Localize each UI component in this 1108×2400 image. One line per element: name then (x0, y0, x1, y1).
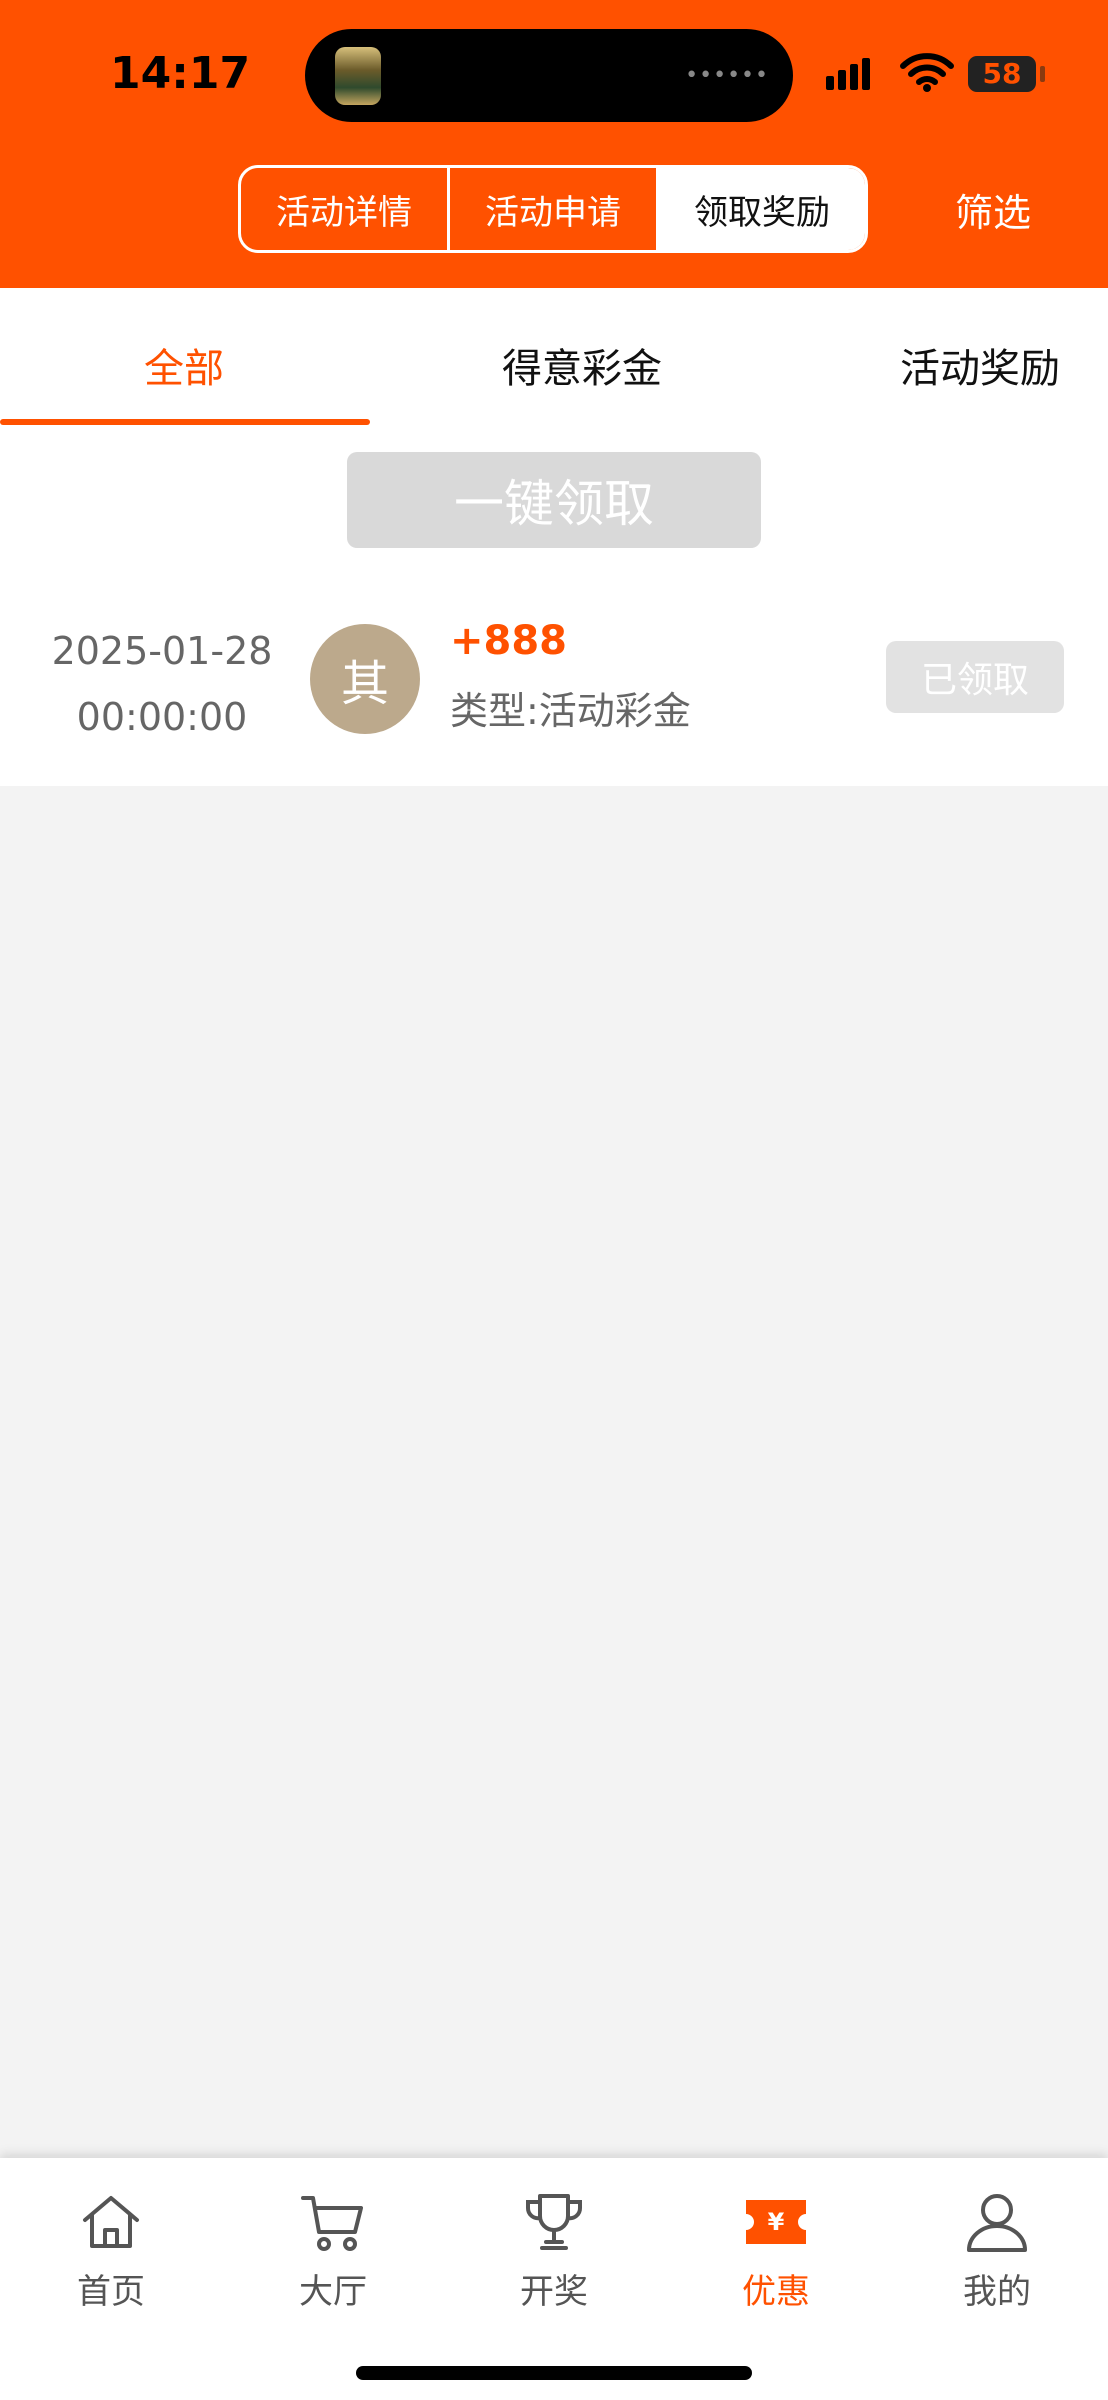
segment-activity-details[interactable]: 活动详情 (241, 168, 447, 250)
nav-lobby[interactable]: 大厅 (263, 2188, 403, 2313)
record-time: 00:00:00 (76, 695, 248, 739)
cart-icon (301, 2196, 363, 2251)
segment-activity-apply[interactable]: 活动申请 (447, 168, 656, 250)
segment-control: 活动详情 活动申请 领取奖励 (238, 165, 868, 253)
battery-indicator: 58 (968, 56, 1036, 92)
tab-activity-rewards[interactable]: 活动奖励 (900, 336, 1060, 394)
record-type: 类型:活动彩金 (450, 689, 691, 733)
nav-label-lottery: 开奖 (520, 2272, 588, 2312)
record-date: 2025-01-28 (51, 629, 273, 673)
svg-text:¥: ¥ (768, 2208, 785, 2236)
top-header: 14:17 •••••• 58 活动详情 活动申请 领取奖励 筛选 (0, 0, 1108, 288)
coupon-icon: ¥ (746, 2200, 806, 2244)
nav-label-profile: 我的 (963, 2272, 1031, 2312)
active-tab-indicator (0, 419, 370, 425)
island-dots-icon: •••••• (685, 63, 769, 88)
status-time: 14:17 (110, 48, 251, 99)
category-tabs: 全部 得意彩金 活动奖励 (0, 288, 1108, 428)
now-playing-thumbnail (335, 47, 381, 105)
filter-button[interactable]: 筛选 (955, 182, 1031, 237)
battery-cap (1040, 66, 1045, 82)
claim-all-button[interactable]: 一键领取 (347, 452, 761, 548)
cellular-signal-icon (826, 58, 874, 90)
trophy-icon (526, 2194, 582, 2250)
record-amount: +888 (450, 618, 568, 664)
nav-label-lobby: 大厅 (299, 2272, 367, 2312)
nav-profile[interactable]: 我的 (927, 2188, 1067, 2313)
bottom-nav: 首页 大厅 开奖 ¥ 优惠 我的 (0, 2158, 1108, 2400)
wifi-icon (900, 52, 954, 96)
nav-label-promotions: 优惠 (742, 2272, 810, 2312)
record-datetime: 2025-01-28 00:00:00 (30, 618, 294, 750)
reward-list: 一键领取 2025-01-28 00:00:00 其 +888 类型:活动彩金 … (0, 428, 1108, 786)
segment-claim-rewards[interactable]: 领取奖励 (656, 168, 865, 250)
dynamic-island: •••••• (305, 29, 793, 122)
nav-lottery-results[interactable]: 开奖 (484, 2188, 624, 2313)
nav-label-home: 首页 (77, 2272, 145, 2312)
home-icon (83, 2196, 139, 2248)
tab-all[interactable]: 全部 (144, 336, 224, 394)
nav-promotions[interactable]: ¥ 优惠 (706, 2188, 846, 2313)
home-indicator (356, 2366, 752, 2380)
nav-home[interactable]: 首页 (41, 2188, 181, 2313)
tab-bonus[interactable]: 得意彩金 (502, 336, 662, 394)
claimed-button[interactable]: 已领取 (886, 641, 1064, 713)
user-icon (967, 2194, 1027, 2252)
avatar: 其 (310, 624, 420, 734)
